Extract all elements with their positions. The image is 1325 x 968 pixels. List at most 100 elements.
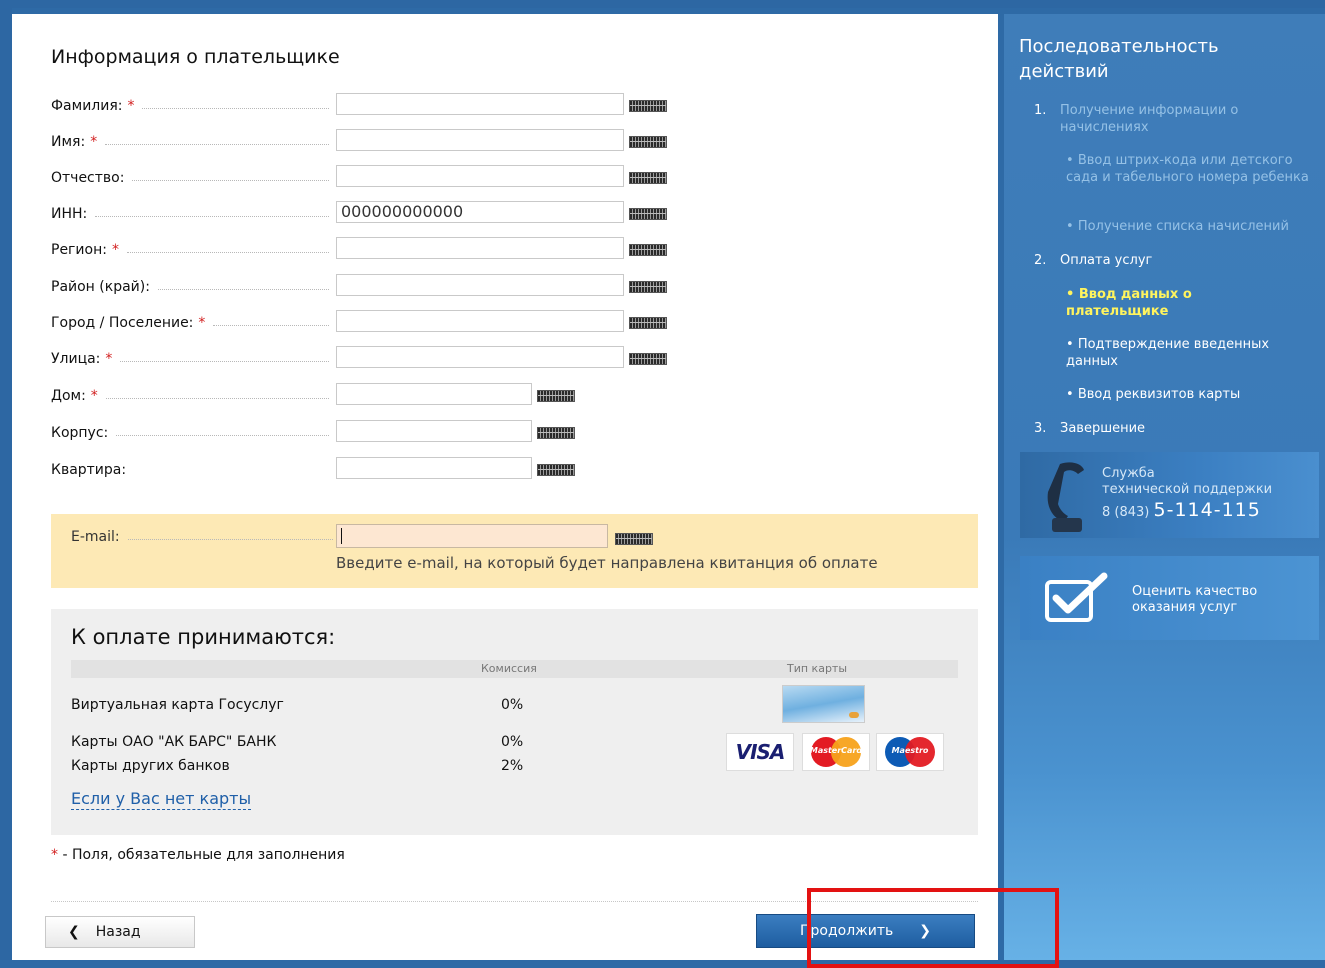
mastercard-logo-text: MasterCard [809, 746, 863, 755]
payment-row-name: Карты ОАО "АК БАРС" БАНК [71, 734, 277, 750]
no-card-link[interactable]: Если у Вас нет карты [71, 789, 252, 810]
card-type-header: Тип карты [787, 662, 848, 675]
payment-table-header: Комиссия Тип карты [71, 660, 958, 678]
patronymic-label: Отчество: [51, 170, 125, 186]
checkbox-check-icon [1045, 572, 1108, 622]
keyboard-icon[interactable] [629, 244, 667, 256]
payment-row-commission: 0% [501, 697, 524, 713]
email-label: E-mail: [71, 529, 120, 545]
building-input[interactable] [336, 420, 532, 442]
building-label: Корпус: [51, 425, 109, 441]
firstname-label: Имя: [51, 134, 86, 150]
required-note-text: - Поля, обязательные для заполнения [58, 847, 345, 863]
back-button[interactable]: ❮ Назад [45, 916, 195, 948]
window-left-border [0, 0, 12, 960]
street-input[interactable] [336, 346, 624, 368]
payment-row-name: Виртуальная карта Госуслуг [71, 697, 284, 713]
support-subtitle: технической поддержки [1102, 482, 1273, 497]
step-3: 3. Завершение [1034, 420, 1145, 437]
sidebar-title: Последовательность действий [1019, 36, 1219, 82]
form-row-street: Улица: * [51, 346, 671, 372]
chevron-left-icon: ❮ [68, 924, 80, 940]
required-mark: * [51, 847, 58, 863]
maestro-logo: Maestro [876, 733, 944, 771]
support-title: Служба [1102, 466, 1155, 481]
keyboard-icon[interactable] [629, 281, 667, 293]
gosuslugi-card-icon [782, 685, 865, 723]
email-input[interactable] [336, 524, 608, 548]
form-row-building: Корпус: [51, 420, 671, 446]
visa-logo-text: VISA [735, 740, 786, 764]
required-fields-note: * - Поля, обязательные для заполнения [51, 847, 345, 863]
step-2-label: Оплата услуг [1060, 253, 1153, 268]
form-row-lastname: Фамилия: * [51, 93, 671, 119]
keyboard-icon[interactable] [615, 533, 653, 545]
form-row-district: Район (край): [51, 274, 671, 300]
district-label: Район (край): [51, 279, 150, 295]
keyboard-icon[interactable] [629, 317, 667, 329]
step-2-sub-2: • Подтверждение введенных данных [1066, 337, 1270, 369]
keyboard-icon[interactable] [629, 353, 667, 365]
region-label: Регион: [51, 242, 107, 258]
keyboard-icon[interactable] [629, 208, 667, 220]
visa-logo: VISA [726, 733, 794, 771]
city-input[interactable] [336, 310, 624, 332]
steps-sidebar: Последовательность действий 1. Получение … [1004, 14, 1325, 960]
city-label: Город / Поселение: [51, 315, 194, 331]
form-row-city: Город / Поселение: * [51, 310, 671, 336]
keyboard-icon[interactable] [537, 390, 575, 402]
form-row-house: Дом: * [51, 383, 671, 409]
required-mark: * [90, 388, 98, 404]
lastname-label: Фамилия: [51, 98, 123, 114]
house-input[interactable] [336, 383, 532, 405]
step-number: 2. [1034, 253, 1047, 268]
step-1-sub-1: • Ввод штрих-кода или детского сада и та… [1066, 153, 1309, 185]
rate-quality-label: Оценить качество оказания услуг [1132, 584, 1258, 615]
required-mark: * [127, 98, 135, 114]
keyboard-icon[interactable] [629, 100, 667, 112]
step-2: 2. Оплата услуг [1034, 252, 1152, 269]
back-button-label: Назад [95, 924, 141, 940]
apartment-input[interactable] [336, 457, 532, 479]
payment-row-name: Карты других банков [71, 758, 230, 774]
mastercard-logo: MasterCard [802, 733, 870, 771]
inn-label: ИНН: [51, 206, 88, 222]
required-mark: * [90, 134, 98, 150]
step-1-sub-2: • Получение списка начислений [1066, 219, 1289, 234]
step-1: 1. Получение информации о начислениях [1034, 102, 1304, 135]
required-mark: * [198, 315, 206, 331]
keyboard-icon[interactable] [537, 464, 575, 476]
form-row-patronymic: Отчество: [51, 165, 671, 191]
form-row-firstname: Имя: * [51, 129, 671, 155]
lastname-input[interactable] [336, 93, 624, 115]
payment-title: К оплате принимаются: [71, 625, 336, 649]
payment-methods-panel: К оплате принимаются: Комиссия Тип карты… [51, 609, 978, 835]
phone-icon [1047, 462, 1084, 532]
step-2-sub-3: • Ввод реквизитов карты [1066, 387, 1241, 402]
page-title: Информация о плательщике [51, 46, 340, 68]
window-top-border [0, 0, 1325, 8]
region-input[interactable] [336, 237, 624, 259]
payment-row-commission: 0% [501, 734, 524, 750]
keyboard-icon[interactable] [629, 136, 667, 148]
form-row-inn: ИНН: 000000000000 [51, 201, 671, 227]
required-mark: * [105, 351, 113, 367]
commission-header: Комиссия [481, 662, 537, 675]
maestro-logo-text: Maestro [891, 746, 929, 755]
district-input[interactable] [336, 274, 624, 296]
house-label: Дом: [51, 388, 86, 404]
inn-input[interactable]: 000000000000 [336, 201, 624, 223]
patronymic-input[interactable] [336, 165, 624, 187]
step-3-label: Завершение [1060, 421, 1146, 436]
email-hint: Введите e-mail, на который будет направл… [336, 554, 878, 572]
keyboard-icon[interactable] [629, 172, 667, 184]
support-phone: 8 (843) 5-114-115 [1102, 499, 1261, 521]
main-panel: Информация о плательщике Фамилия: * Имя: *… [12, 14, 998, 960]
form-row-apartment: Квартира: [51, 457, 671, 483]
keyboard-icon[interactable] [537, 427, 575, 439]
firstname-input[interactable] [336, 129, 624, 151]
required-mark: * [111, 242, 119, 258]
step-number: 3. [1034, 421, 1047, 436]
support-banner[interactable]: Служба технической поддержки 8 (843) 5-1… [1020, 452, 1319, 538]
rate-quality-banner[interactable]: Оценить качество оказания услуг [1020, 556, 1319, 640]
